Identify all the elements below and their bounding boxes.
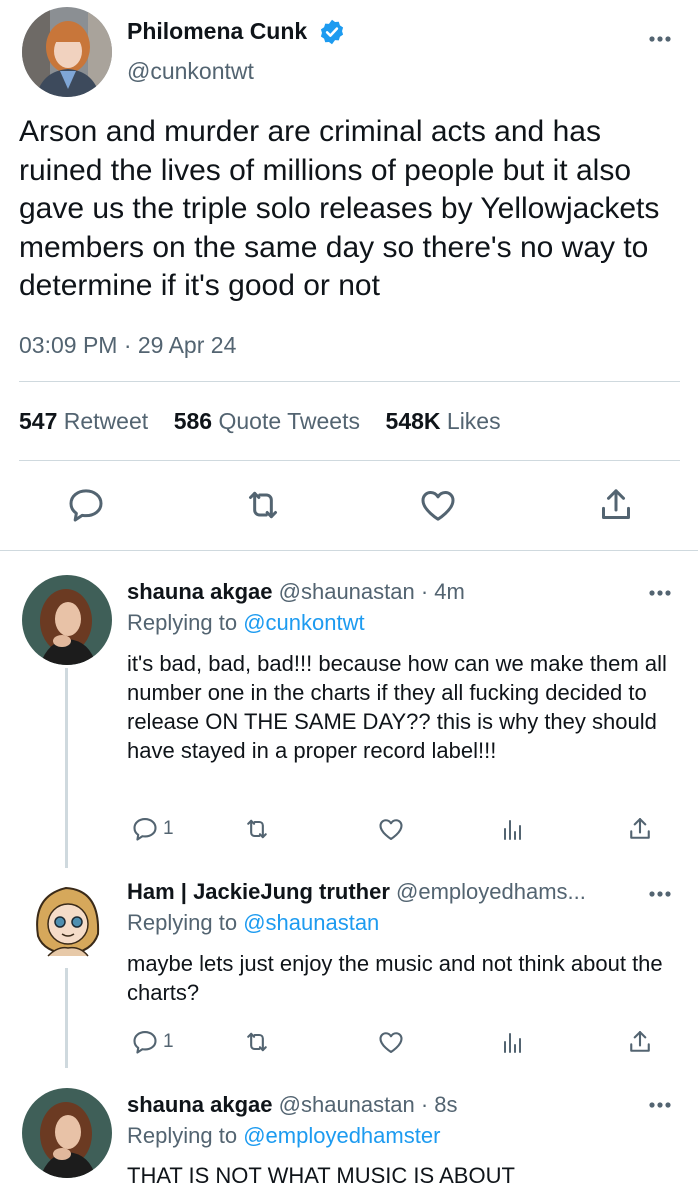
author-name[interactable]: Philomena Cunk: [127, 18, 307, 45]
reply-handle-time[interactable]: @shaunastan · 4m: [279, 579, 465, 604]
replying-to-link[interactable]: @shaunastan: [243, 910, 379, 935]
analytics-icon[interactable]: [500, 815, 524, 843]
analytics-icon[interactable]: [500, 1028, 524, 1056]
replying-to: Replying to @cunkontwt: [127, 610, 365, 635]
likes-stat[interactable]: 548K Likes: [386, 408, 501, 434]
reply-header: Ham | JackieJung truther @employedhams..…: [127, 879, 637, 905]
retweet-icon[interactable]: [243, 815, 271, 843]
reply-author-name[interactable]: shauna akgae: [127, 579, 273, 604]
thread-line: [65, 668, 68, 868]
like-icon[interactable]: [377, 815, 405, 843]
reply-button[interactable]: 1: [131, 815, 174, 843]
reply-avatar[interactable]: [22, 1088, 112, 1178]
reply-handle-time[interactable]: @employedhams...: [396, 879, 586, 904]
thread-line: [65, 968, 68, 1068]
reply-count: 1: [163, 1031, 174, 1052]
like-icon[interactable]: [418, 485, 458, 525]
engagement-stats: 547 Retweet 586 Quote Tweets 548K Likes: [19, 408, 501, 435]
share-icon[interactable]: [626, 815, 654, 843]
section-divider: [0, 550, 698, 551]
author-handle[interactable]: @cunkontwt: [127, 58, 254, 85]
retweet-icon[interactable]: [243, 1028, 271, 1056]
divider: [19, 381, 680, 382]
retweet-icon[interactable]: [243, 485, 283, 525]
reply-header: shauna akgae @shaunastan · 4m: [127, 579, 637, 605]
more-options-icon[interactable]: [646, 587, 674, 599]
reply-author-name[interactable]: shauna akgae: [127, 1092, 273, 1117]
reply-header: shauna akgae @shaunastan · 8s: [127, 1092, 637, 1118]
reply-button[interactable]: 1: [131, 1028, 174, 1056]
share-icon[interactable]: [596, 485, 636, 525]
reply-handle-time[interactable]: @shaunastan · 8s: [279, 1092, 458, 1117]
reply-text: THAT IS NOT WHAT MUSIC IS ABOUT: [127, 1163, 515, 1188]
reply-text: maybe lets just enjoy the music and not …: [127, 951, 663, 1005]
author-avatar[interactable]: [22, 7, 112, 97]
more-options-icon[interactable]: [646, 33, 674, 45]
quote-stat[interactable]: 586 Quote Tweets: [174, 408, 360, 434]
reply-count: 1: [163, 818, 174, 839]
reply-avatar[interactable]: [22, 876, 112, 966]
more-options-icon[interactable]: [646, 888, 674, 900]
reply-icon[interactable]: [66, 485, 106, 525]
tweet-timestamp[interactable]: 03:09 PM · 29 Apr 24: [19, 332, 236, 359]
more-options-icon[interactable]: [646, 1099, 674, 1111]
replying-to: Replying to @shaunastan: [127, 910, 380, 935]
replying-to-link[interactable]: @cunkontwt: [243, 610, 364, 635]
reply-author-name[interactable]: Ham | JackieJung truther: [127, 879, 390, 904]
reply-text: it's bad, bad, bad!!! because how can we…: [127, 651, 667, 763]
verified-badge-icon: [318, 18, 346, 46]
replying-to: Replying to @employedhamster: [127, 1123, 441, 1148]
reply-avatar[interactable]: [22, 575, 112, 665]
divider: [19, 460, 680, 461]
tweet-text: Arson and murder are criminal acts and h…: [19, 115, 660, 302]
replying-to-link[interactable]: @employedhamster: [243, 1123, 440, 1148]
share-icon[interactable]: [626, 1028, 654, 1056]
retweet-stat[interactable]: 547 Retweet: [19, 408, 148, 434]
like-icon[interactable]: [377, 1028, 405, 1056]
